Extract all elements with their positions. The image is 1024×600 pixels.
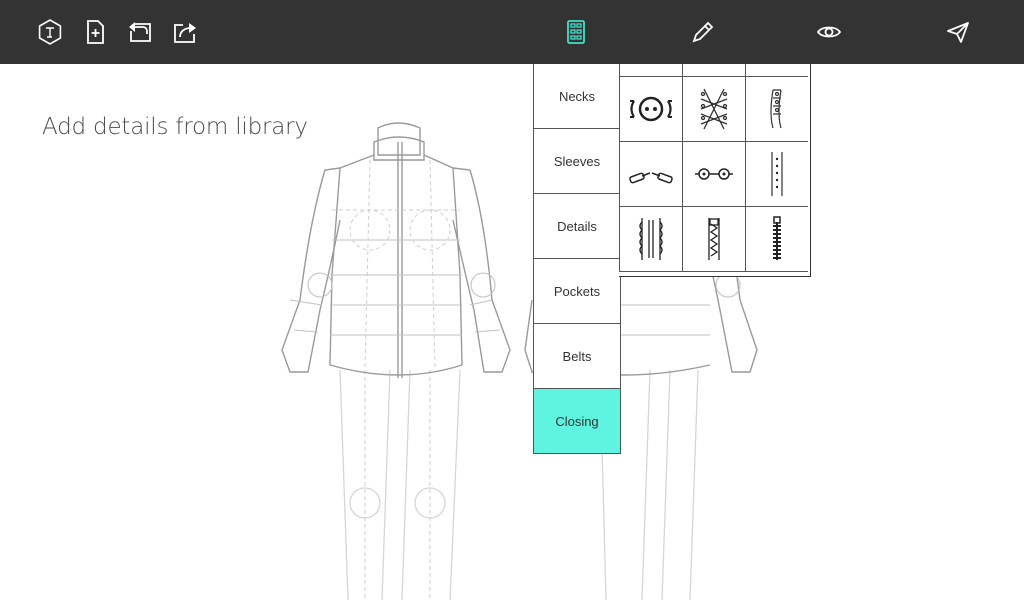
zipper-icon[interactable]	[682, 207, 745, 272]
category-label: Pockets	[553, 283, 601, 299]
library-item-partial[interactable]	[682, 64, 745, 77]
heavy-zipper-icon[interactable]	[745, 207, 808, 272]
send-icon[interactable]	[938, 12, 978, 52]
category-label: Belts	[562, 348, 592, 364]
category-label: Details	[557, 218, 597, 234]
category-label: Necks	[558, 88, 596, 104]
category-closing[interactable]: Closing	[534, 389, 620, 453]
category-label: Sleeves	[553, 153, 601, 169]
category-details[interactable]: Details	[534, 194, 620, 259]
toolbar	[0, 0, 1024, 64]
logo-icon[interactable]	[30, 12, 70, 52]
category-belts[interactable]: Belts	[534, 324, 620, 389]
library-item-partial[interactable]	[619, 64, 682, 77]
category-pockets[interactable]: Pockets	[534, 259, 620, 324]
category-sleeves[interactable]: Sleeves	[534, 129, 620, 194]
buttons-pair-icon[interactable]	[682, 142, 745, 207]
new-file-icon[interactable]	[75, 12, 115, 52]
pencil-icon[interactable]	[683, 12, 723, 52]
button-strip-icon[interactable]	[745, 142, 808, 207]
canvas-hint: Add details from library	[42, 114, 308, 140]
undo-icon[interactable]	[120, 12, 160, 52]
category-necks[interactable]: Necks	[534, 64, 620, 129]
lacing-icon[interactable]	[682, 77, 745, 142]
snap-laces-icon[interactable]	[745, 77, 808, 142]
button-toggle-icon[interactable]	[619, 77, 682, 142]
share-icon[interactable]	[165, 12, 205, 52]
category-list: Necks Sleeves Details Pockets Belts Clos…	[533, 64, 621, 454]
library-item-partial[interactable]	[745, 64, 808, 77]
eye-icon[interactable]	[809, 12, 849, 52]
library-icon[interactable]	[556, 12, 596, 52]
library-grid	[619, 64, 811, 277]
toggle-pair-icon[interactable]	[619, 142, 682, 207]
ruffle-zip-icon[interactable]	[619, 207, 682, 272]
category-label: Closing	[555, 413, 599, 429]
